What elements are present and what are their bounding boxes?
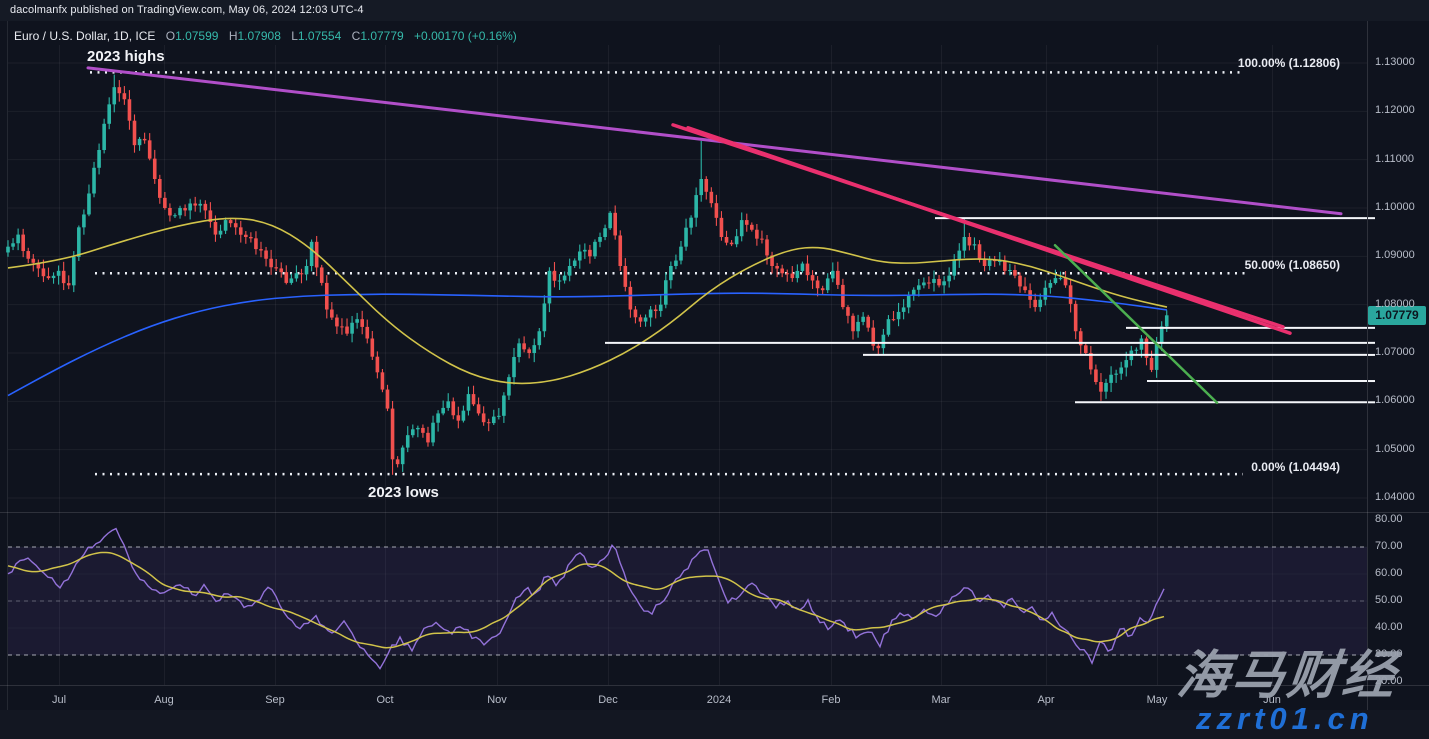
time-axis-label-2024: 2024 [707,694,731,706]
time-axis-label-jul: Jul [52,694,66,706]
time-axis-label-may: May [1147,694,1168,706]
rsi-axis-label: 40.00 [1375,621,1403,633]
rsi-axis-label: 80.00 [1375,513,1403,525]
time-axis-label-sep: Sep [265,694,285,706]
change-value: +0.00170 (+0.16%) [414,29,517,43]
watermark-chinese: 海马财经 [1174,633,1402,708]
time-axis-label-mar: Mar [932,694,951,706]
price-axis-label: 1.11000 [1375,153,1414,165]
ohlc-low-key: L [291,29,298,43]
time-axis-label-oct: Oct [376,694,393,706]
time-axis[interactable]: JulAugSepOctNovDec2024FebMarAprMayJun [0,686,1367,710]
symbol-title: Euro / U.S. Dollar, 1D, ICE [14,29,155,43]
ohlc-low-value: 1.07554 [298,29,341,43]
rsi-pane[interactable] [8,513,1367,685]
main-chart-pane[interactable] [8,45,1367,512]
rsi-axis-label: 60.00 [1375,567,1403,579]
watermark-url: zzrt01.cn [1196,701,1374,737]
time-axis-label-feb: Feb [822,694,841,706]
symbol-header[interactable]: Euro / U.S. Dollar, 1D, ICE O1.07599 H1.… [14,29,517,43]
rsi-axis-label: 70.00 [1375,540,1403,552]
ohlc-high-value: 1.07908 [237,29,280,43]
price-axis-label: 1.12000 [1375,104,1415,116]
tradingview-screenshot: dacolmanfx published on TradingView.com,… [0,0,1429,739]
price-axis-label: 1.04000 [1375,491,1415,503]
price-axis-label: 1.13000 [1375,56,1415,68]
price-axis-label: 1.07000 [1375,346,1415,358]
rsi-axis-label: 50.00 [1375,594,1403,606]
time-axis-label-aug: Aug [154,694,174,706]
ohlc-open-value: 1.07599 [175,29,218,43]
price-axis-label: 1.06000 [1375,394,1415,406]
ohlc-close-value: 1.07779 [360,29,403,43]
ohlc-close-key: C [352,29,361,43]
price-axis-label: 1.10000 [1375,201,1415,213]
price-axis-label: 1.08000 [1375,298,1415,310]
price-axis[interactable]: 1.07779 1.130001.120001.110001.100001.09… [1368,21,1429,710]
ohlc-open-key: O [166,29,175,43]
time-axis-label-nov: Nov [487,694,507,706]
price-axis-label: 1.05000 [1375,443,1415,455]
time-axis-label-dec: Dec [598,694,618,706]
time-axis-label-apr: Apr [1037,694,1054,706]
price-axis-label: 1.09000 [1375,249,1415,261]
